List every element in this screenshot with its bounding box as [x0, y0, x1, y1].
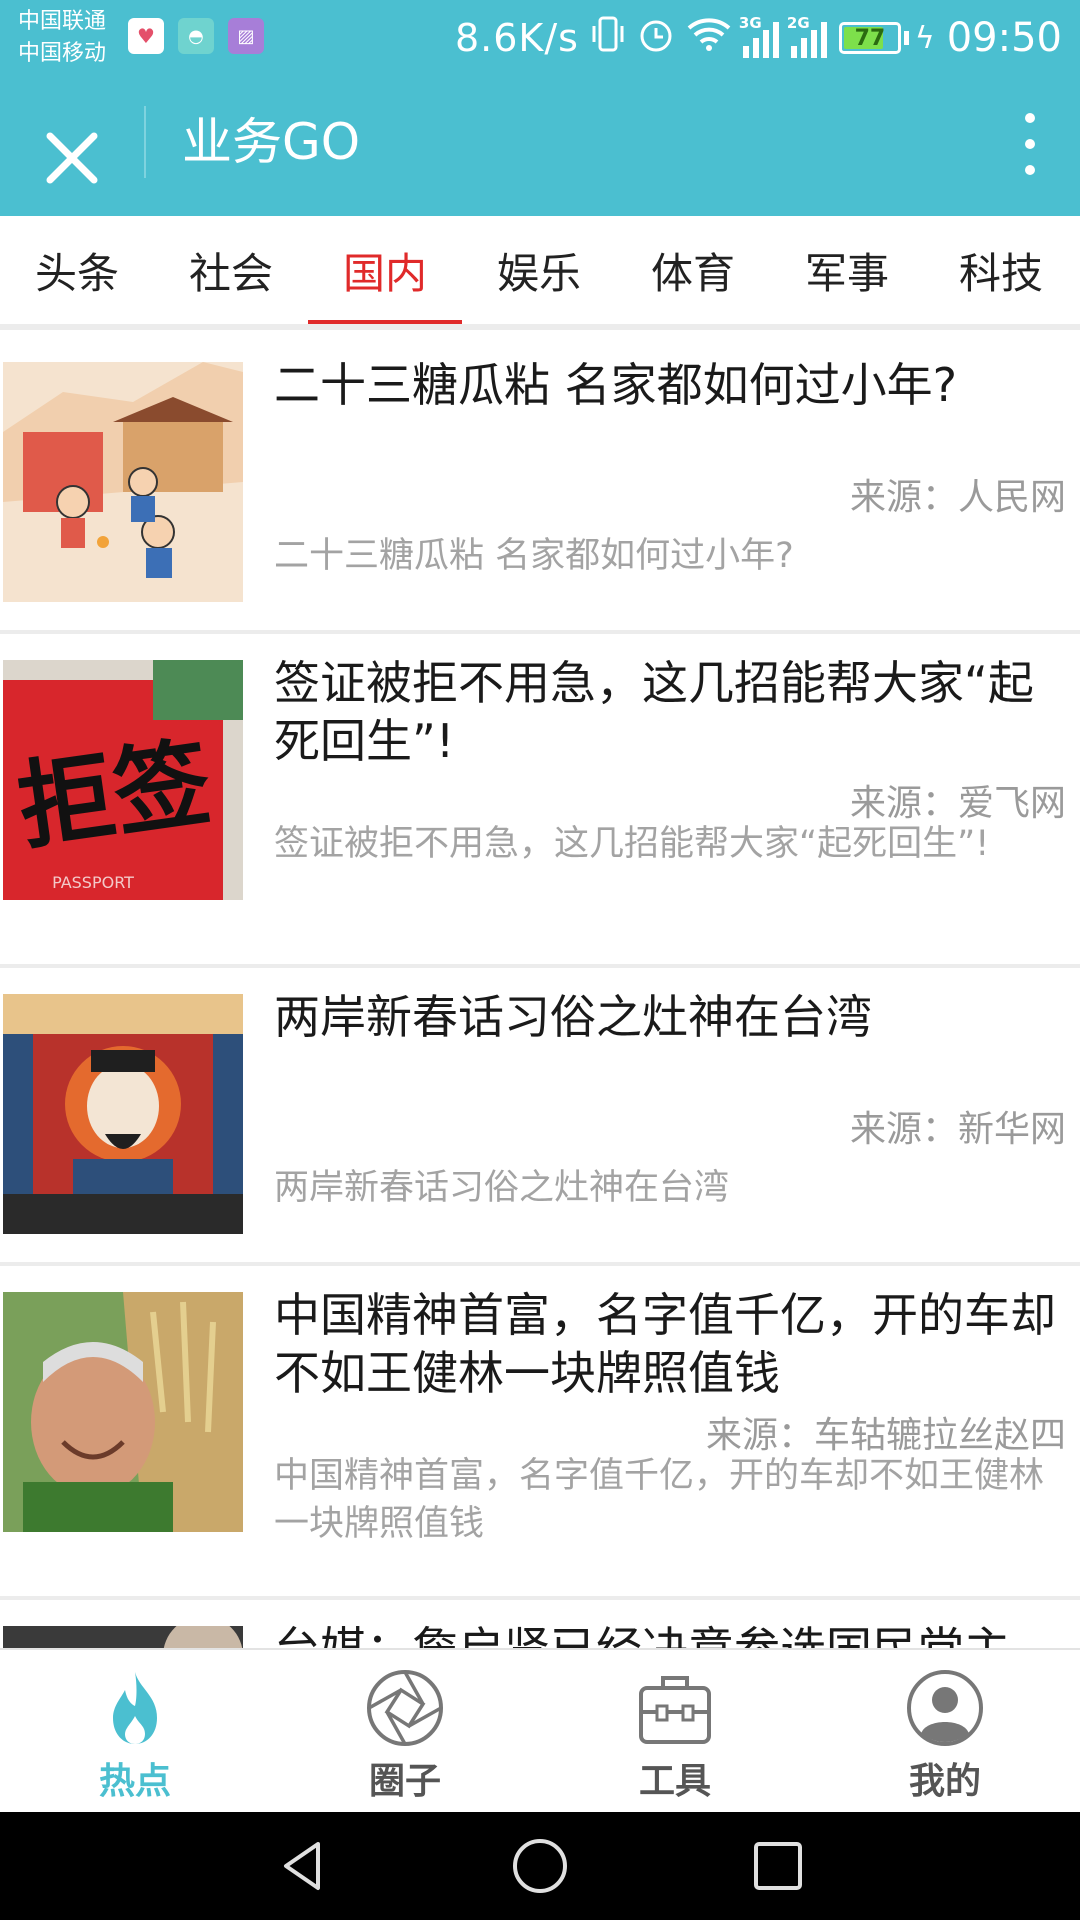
close-button[interactable]	[28, 114, 116, 202]
news-thumbnail	[3, 362, 243, 602]
alarm-icon	[637, 14, 675, 63]
nav-label-mine: 我的	[908, 1761, 981, 1802]
system-navigation-bar	[0, 1812, 1080, 1920]
vibrate-icon	[591, 14, 625, 63]
nav-label-tools: 工具	[638, 1761, 711, 1802]
wifi-icon	[687, 16, 731, 61]
nav-mine[interactable]: 我的	[810, 1650, 1080, 1812]
carrier-1-label: 中国联通	[18, 9, 107, 34]
network-speed: 8.6K/s	[454, 16, 579, 60]
tab-entertainment[interactable]: 娱乐	[462, 216, 616, 324]
news-title: 两岸新春话习俗之灶神在台湾	[274, 990, 872, 1044]
news-source: 来源：爱飞网	[849, 783, 1066, 824]
clock: 09:50	[946, 15, 1062, 61]
toolbox-icon	[639, 1676, 711, 1744]
title-divider	[144, 106, 146, 178]
news-title: 台媒：詹启贤已经决意参选国民党主	[274, 1620, 1064, 1648]
android-icon: ◓	[178, 18, 214, 54]
status-indicators: 8.6K/s 3G 2G 77 ϟ 09:50	[455, 0, 1062, 76]
more-vertical-icon	[1025, 113, 1035, 175]
page-title: 业务GO	[182, 113, 361, 171]
tab-headlines[interactable]: 头条	[0, 216, 154, 324]
aperture-icon	[367, 1670, 443, 1746]
news-source: 来源：新华网	[849, 1109, 1066, 1150]
gallery-icon: ▨	[228, 18, 264, 54]
news-item[interactable]: 台媒：詹启贤已经决意参选国民党主	[0, 1600, 1080, 1648]
news-title: 二十三糖瓜粘 名家都如何过小年?	[274, 358, 958, 412]
home-icon[interactable]	[510, 1836, 570, 1896]
news-item[interactable]: 中国精神首富，名字值千亿，开的车却不如王健林一块牌照值钱 来源：车轱辘拉丝赵四 …	[0, 1266, 1080, 1600]
news-thumbnail	[3, 1626, 243, 1648]
charging-icon: ϟ	[914, 20, 935, 56]
news-thumbnail	[3, 994, 243, 1234]
flame-icon	[113, 1672, 157, 1744]
status-bar: 中国联通 中国移动 ♥ ◓ ▨ 8.6K/s 3G 2G 77 ϟ 09:50	[0, 0, 1080, 84]
user-icon	[907, 1670, 983, 1746]
news-title: 中国精神首富，名字值千亿，开的车却不如王健林一块牌照值钱	[274, 1288, 1056, 1400]
news-thumbnail	[3, 1292, 243, 1532]
category-tabs: 头条 社会 国内 娱乐 体育 军事 科技	[0, 216, 1080, 330]
nav-circle[interactable]: 圈子	[270, 1650, 540, 1812]
news-summary: 二十三糖瓜粘 名家都如何过小年?	[274, 536, 794, 576]
news-summary: 中国精神首富，名字值千亿，开的车却不如王健林一块牌照值钱	[274, 1456, 1045, 1544]
news-summary: 签证被拒不用急，这几招能帮大家“起死回生”!	[274, 824, 990, 864]
close-icon	[46, 132, 98, 184]
news-source: 来源：车轱辘拉丝赵四	[705, 1415, 1066, 1456]
news-item[interactable]: 二十三糖瓜粘 名家都如何过小年? 来源：人民网 二十三糖瓜粘 名家都如何过小年?	[0, 336, 1080, 634]
nav-label-hot: 热点	[98, 1761, 171, 1802]
news-item[interactable]: 两岸新春话习俗之灶神在台湾 来源：新华网 两岸新春话习俗之灶神在台湾	[0, 968, 1080, 1266]
passport-label: PASSPORT	[52, 873, 134, 892]
news-source: 来源：人民网	[849, 477, 1066, 518]
news-title: 签证被拒不用急，这几招能帮大家“起死回生”!	[274, 656, 1034, 768]
tab-technology[interactable]: 科技	[924, 216, 1078, 324]
signal-2g-icon: 2G	[787, 14, 827, 58]
more-button[interactable]	[1000, 104, 1060, 184]
news-thumbnail: 拒签 PASSPORT	[3, 660, 243, 900]
battery-icon: 77	[838, 22, 901, 54]
carrier-2-label: 中国移动	[18, 41, 107, 66]
signal-3g-icon: 3G	[739, 14, 779, 58]
nav-label-circle: 圈子	[368, 1761, 441, 1802]
news-summary: 两岸新春话习俗之灶神在台湾	[274, 1168, 730, 1208]
news-item[interactable]: 拒签 PASSPORT 签证被拒不用急，这几招能帮大家“起死回生”! 来源：爱飞…	[0, 634, 1080, 968]
news-list: 二十三糖瓜粘 名家都如何过小年? 来源：人民网 二十三糖瓜粘 名家都如何过小年?…	[0, 336, 1080, 1648]
health-icon: ♥	[128, 18, 164, 54]
recent-apps-icon[interactable]	[748, 1836, 808, 1896]
tab-society[interactable]: 社会	[154, 216, 308, 324]
bottom-navigation: 热点 圈子 工具 我的	[0, 1648, 1080, 1812]
nav-hot[interactable]: 热点	[0, 1650, 270, 1812]
title-bar: 业务GO	[0, 84, 1080, 216]
nav-tools[interactable]: 工具	[540, 1650, 810, 1812]
notification-icons: ♥ ◓ ▨	[128, 18, 264, 54]
back-icon[interactable]	[272, 1836, 332, 1896]
tab-sports[interactable]: 体育	[616, 216, 770, 324]
tab-domestic[interactable]: 国内	[308, 216, 462, 324]
carrier-info: 中国联通 中国移动	[18, 6, 106, 70]
tab-military[interactable]: 军事	[770, 216, 924, 324]
